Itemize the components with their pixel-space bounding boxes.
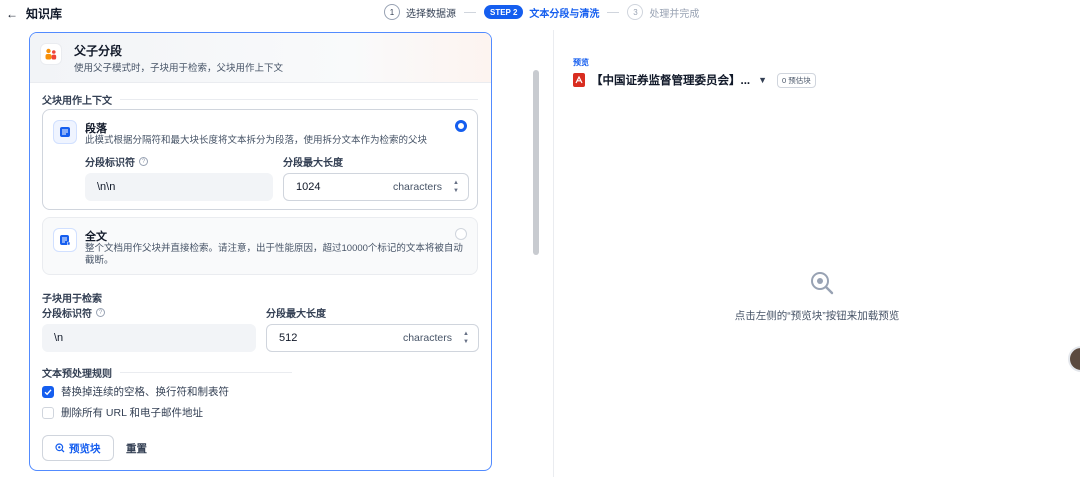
parent-delimiter-value: \n\n <box>97 181 116 193</box>
child-maxlen-input[interactable]: 512 characters ▲ ▼ <box>266 324 479 352</box>
arrow-left-icon: ← <box>6 6 18 21</box>
top-bar: ← 知识库 1 选择数据源 STEP 2 文本分段与清洗 3 处理并完成 <box>0 0 1080 26</box>
preview-button-label: 预览块 <box>69 442 101 455</box>
help-icon[interactable]: ? <box>96 308 105 317</box>
fulltext-option[interactable]: 全文 整个文档用作父块并直接检索。请注意，出于性能原因，超过10000个标记的文… <box>42 217 478 275</box>
search-preview-icon <box>55 443 65 453</box>
rule-label: 删除所有 URL 和电子邮件地址 <box>61 407 203 419</box>
parent-child-icon <box>40 43 62 65</box>
number-stepper[interactable]: ▲ ▼ <box>452 180 460 194</box>
check-icon <box>44 388 52 395</box>
fulltext-icon <box>53 228 77 252</box>
section-divider <box>120 99 478 100</box>
step-3-number: 3 <box>627 4 644 20</box>
child-delimiter-value: \n <box>54 332 64 344</box>
parent-maxlen-unit: characters <box>392 181 442 193</box>
back-label: 知识库 <box>26 7 63 21</box>
stepper-down-icon[interactable]: ▼ <box>463 339 469 345</box>
document-name: 【中国证券监督管理委员会】... <box>591 75 751 87</box>
child-maxlen-label: 分段最大长度 <box>266 309 326 320</box>
step-2-label: 文本分段与清洗 <box>529 8 600 20</box>
parent-section-heading: 父块用作上下文 <box>42 92 478 107</box>
paragraph-description: 此模式根据分隔符和最大块长度将文本拆分为段落，使用拆分文本作为检索的父块 <box>85 135 428 146</box>
help-icon[interactable]: ? <box>139 157 148 166</box>
paragraph-radio[interactable] <box>455 120 467 132</box>
parent-child-segment-card[interactable]: 父子分段 使用父子模式时，子块用于检索，父块用作上下文 父块用作上下文 段落 此… <box>29 32 492 471</box>
step-1-number: 1 <box>384 4 400 20</box>
child-delimiter-label: 分段标识符 ? <box>42 305 105 320</box>
stepper-up-icon[interactable]: ▲ <box>463 331 469 337</box>
rule-label: 替换掉连续的空格、换行符和制表符 <box>61 386 229 398</box>
section-divider <box>120 372 292 373</box>
rule-replace-whitespace[interactable]: 替换掉连续的空格、换行符和制表符 <box>42 384 229 399</box>
paragraph-icon <box>53 120 77 144</box>
fulltext-radio[interactable] <box>455 228 467 240</box>
paragraph-option[interactable]: 段落 此模式根据分隔符和最大块长度将文本拆分为段落，使用拆分文本作为检索的父块 … <box>42 109 478 210</box>
stepper: 1 选择数据源 STEP 2 文本分段与清洗 3 处理并完成 <box>384 4 699 20</box>
parent-delimiter-input[interactable]: \n\n <box>85 173 273 201</box>
stepper-up-icon[interactable]: ▲ <box>453 180 459 186</box>
child-delimiter-input[interactable]: \n <box>42 324 256 352</box>
empty-preview-icon <box>809 270 835 296</box>
reset-button[interactable]: 重置 <box>126 435 147 461</box>
document-selector[interactable]: 【中国证券监督管理委员会】... ▼ 0 预估块 <box>573 72 816 88</box>
chevron-down-icon[interactable]: ▼ <box>758 75 767 85</box>
pdf-icon <box>573 73 585 87</box>
step-1-label: 选择数据源 <box>406 8 456 20</box>
preview-panel: 预览 【中国证券监督管理委员会】... ▼ 0 预估块 点击左侧的“预览块”按钮… <box>554 30 1080 477</box>
step-separator <box>464 11 476 13</box>
stepper-down-icon[interactable]: ▼ <box>453 188 459 194</box>
card-header: 父子分段 使用父子模式时，子块用于检索，父块用作上下文 <box>30 33 491 83</box>
step-3-label: 处理并完成 <box>649 8 700 20</box>
number-stepper[interactable]: ▲ ▼ <box>462 331 470 345</box>
parent-maxlen-label: 分段最大长度 <box>283 158 343 169</box>
rule-remove-urls[interactable]: 删除所有 URL 和电子邮件地址 <box>42 405 203 420</box>
fulltext-title: 全文 <box>85 231 107 243</box>
child-delimiter-label-text: 分段标识符 <box>42 309 92 320</box>
empty-preview-text: 点击左侧的“预览块”按钮来加载预览 <box>734 310 900 322</box>
rule-checkbox-unchecked[interactable] <box>42 406 54 419</box>
paragraph-title: 段落 <box>85 123 107 135</box>
rule-checkbox-checked[interactable] <box>42 385 54 398</box>
step-separator <box>607 11 620 13</box>
parent-section-label: 父块用作上下文 <box>42 96 112 107</box>
parent-maxlen-input[interactable]: 1024 characters ▲ ▼ <box>283 173 469 201</box>
parent-delimiter-label-text: 分段标识符 <box>85 158 135 169</box>
preview-chunks-button[interactable]: 预览块 <box>42 435 114 461</box>
card-description: 使用父子模式时，子块用于检索，父块用作上下文 <box>74 63 284 74</box>
parent-delimiter-label: 分段标识符 ? <box>85 154 148 169</box>
back-to-knowledge-button[interactable]: ← 知识库 <box>6 5 62 22</box>
preview-label: 预览 <box>573 58 589 67</box>
estimate-badge: 0 预估块 <box>777 72 816 88</box>
parent-maxlen-value: 1024 <box>296 181 321 193</box>
child-maxlen-value: 512 <box>279 332 298 344</box>
fulltext-description: 整个文档用作父块并直接检索。请注意，出于性能原因，超过10000个标记的文本将被… <box>85 243 463 266</box>
child-section-heading: 子块用于检索 <box>42 294 102 305</box>
card-title: 父子分段 <box>74 44 123 58</box>
rules-section-heading: 文本预处理规则 <box>42 365 292 380</box>
rules-section-label: 文本预处理规则 <box>42 369 112 380</box>
child-maxlen-unit: characters <box>402 332 452 344</box>
step-2-badge: STEP 2 <box>484 5 524 19</box>
left-scrollbar[interactable] <box>533 70 539 255</box>
